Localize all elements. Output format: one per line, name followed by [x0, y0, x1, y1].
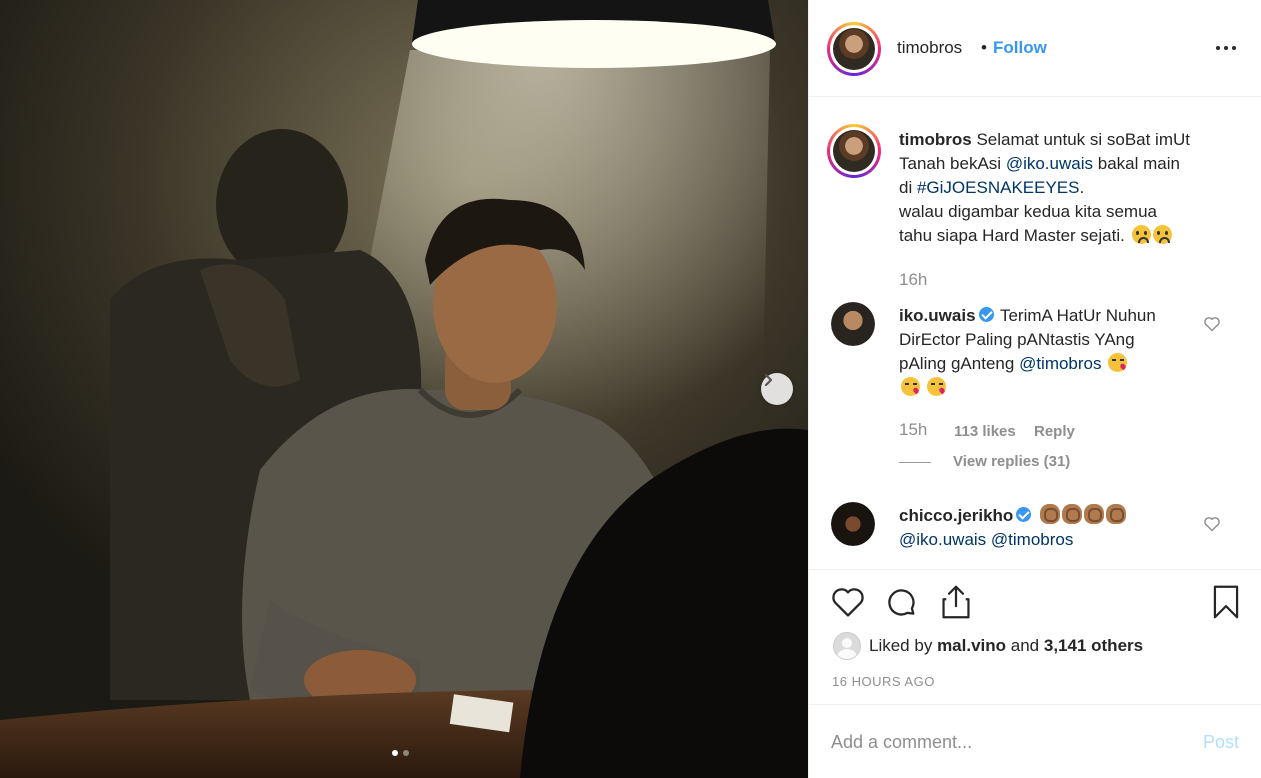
comment-like-heart-icon[interactable] [1203, 516, 1221, 532]
clapping-hands-emoji-icon [1084, 504, 1105, 524]
comment: chicco.jerikho @iko.uwais @timobros [899, 504, 1199, 552]
commenter-avatar[interactable] [831, 502, 875, 546]
comment-username[interactable]: chicco.jerikho [899, 506, 1013, 525]
likes-summary: Liked by mal.vino and 3,141 others [869, 636, 1143, 656]
photo-scene [0, 0, 808, 778]
carousel-indicator [392, 750, 409, 756]
post-timestamp[interactable]: 16 HOURS AGO [832, 674, 935, 689]
mention-link[interactable]: @timobros [1019, 354, 1101, 373]
chevron-right-icon [764, 373, 773, 387]
mention-link[interactable]: @iko.uwais [899, 530, 986, 549]
view-replies-button[interactable]: View replies (31) [953, 453, 1070, 470]
caption-line: bakal main [1097, 154, 1180, 173]
caption-line: tahu siapa Hard Master sejati. [899, 226, 1125, 245]
likes-and: and [1010, 636, 1040, 655]
carousel-next-button[interactable] [761, 373, 793, 405]
carousel-dot-active [392, 750, 398, 756]
comment-bubble-icon[interactable] [885, 586, 919, 620]
caption-line: Selamat untuk si soBat imUt [976, 130, 1190, 149]
post-photo[interactable] [0, 0, 808, 778]
sad-face-emoji-icon [1131, 225, 1151, 244]
like-heart-icon[interactable] [831, 586, 865, 618]
kiss-face-emoji-icon [926, 377, 946, 396]
add-comment-bar: Post [809, 704, 1261, 778]
comment: iko.uwais TerimA HatUr Nuhun DirEctor Pa… [899, 304, 1199, 400]
caption-avatar[interactable] [827, 124, 881, 178]
likes-others-link[interactable]: 3,141 others [1044, 636, 1143, 655]
post-actions: Liked by mal.vino and 3,141 others 16 HO… [809, 570, 1261, 700]
comment-line: DirEctor Paling pANtastis YAng [899, 330, 1135, 349]
likes-prefix: Liked by [869, 636, 933, 655]
follow-button[interactable]: Follow [993, 38, 1047, 58]
verified-badge-icon [978, 307, 994, 322]
comment-time[interactable]: 15h [899, 420, 927, 440]
comment-like-heart-icon[interactable] [1203, 316, 1221, 332]
caption-username[interactable]: timobros [899, 130, 972, 149]
liker-avatar[interactable] [833, 632, 861, 660]
post-side-panel: timobros • Follow timobros Selamat untuk… [808, 0, 1261, 778]
caption-line: di [899, 178, 913, 197]
caption-line: . [1079, 178, 1085, 197]
header-separator: • [981, 38, 987, 57]
clapping-hands-emoji-icon [1062, 504, 1083, 524]
share-icon[interactable] [939, 584, 973, 620]
mention-link[interactable]: @iko.uwais [1006, 154, 1093, 173]
comment-likes[interactable]: 113 likes [954, 423, 1016, 440]
caption-line: Tanah bekAsi [899, 154, 1002, 173]
comment-username[interactable]: iko.uwais [899, 306, 976, 325]
comment-line: pAling gAnteng [899, 354, 1015, 373]
comment-input[interactable] [831, 729, 1191, 755]
comment-line: TerimA HatUr Nuhun [999, 306, 1156, 325]
post-comment-button[interactable]: Post [1203, 732, 1239, 753]
comments-list[interactable]: timobros Selamat untuk si soBat imUt Tan… [809, 98, 1261, 570]
kiss-face-emoji-icon [1108, 353, 1128, 372]
save-bookmark-icon[interactable] [1211, 584, 1241, 620]
reply-button[interactable]: Reply [1034, 423, 1075, 440]
view-replies-line [899, 462, 931, 463]
post-header: timobros • Follow [809, 0, 1261, 97]
caption-time[interactable]: 16h [899, 270, 927, 290]
more-options-icon[interactable] [1216, 46, 1236, 50]
sad-face-emoji-icon [1152, 225, 1172, 244]
author-avatar[interactable] [827, 22, 881, 76]
liker-username[interactable]: mal.vino [937, 636, 1006, 655]
clapping-hands-emoji-icon [1040, 504, 1061, 524]
mention-link[interactable]: @timobros [991, 530, 1073, 549]
hashtag-link[interactable]: #GiJOESNAKEEYES [917, 178, 1080, 197]
caption-line: walau digambar kedua kita semua [899, 202, 1157, 221]
carousel-dot [403, 750, 409, 756]
verified-badge-icon [1016, 507, 1032, 522]
kiss-face-emoji-icon [901, 377, 920, 396]
author-username[interactable]: timobros [897, 38, 962, 58]
caption: timobros Selamat untuk si soBat imUt Tan… [899, 128, 1249, 248]
commenter-avatar[interactable] [831, 302, 875, 346]
clapping-hands-emoji-icon [1106, 504, 1127, 524]
